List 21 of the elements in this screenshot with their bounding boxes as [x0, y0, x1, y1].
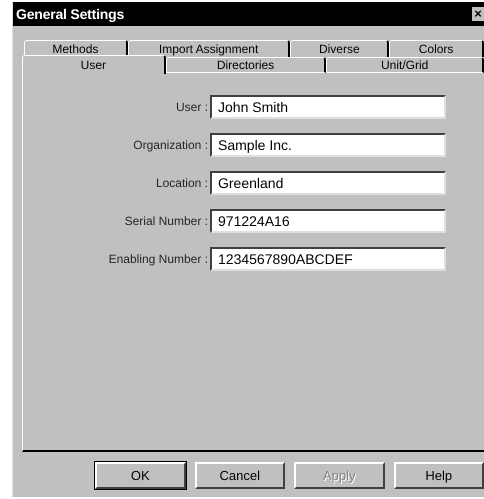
tab[interactable]: Import Assignment	[128, 40, 290, 57]
input-field[interactable]: Greenland	[210, 171, 446, 195]
field-label: Organization :	[132, 137, 209, 154]
tab[interactable]: Unit/Grid	[326, 57, 484, 73]
field-label: Serial Number :	[124, 213, 209, 230]
field-label: User :	[174, 99, 209, 116]
input-field[interactable]: John Smith	[210, 95, 446, 119]
input-field[interactable]: Sample Inc.	[210, 133, 446, 157]
window-title: General Settings	[16, 4, 124, 24]
field-label: Location :	[154, 175, 209, 192]
dialog-button[interactable]: Help	[394, 462, 484, 489]
input-field[interactable]: 971224A16	[210, 209, 446, 233]
tab[interactable]: User	[22, 55, 166, 74]
dialog-button[interactable]: OK	[95, 462, 186, 489]
tab[interactable]: Diverse	[290, 40, 390, 57]
tab[interactable]: Colors	[389, 40, 484, 57]
tab[interactable]: Directories	[166, 57, 326, 73]
input-field[interactable]: 1234567890ABCDEF	[210, 247, 446, 271]
close-button[interactable]: ×	[472, 7, 484, 21]
dialog-button[interactable]: Cancel	[194, 462, 285, 489]
field-label: Enabling Number :	[108, 251, 209, 268]
